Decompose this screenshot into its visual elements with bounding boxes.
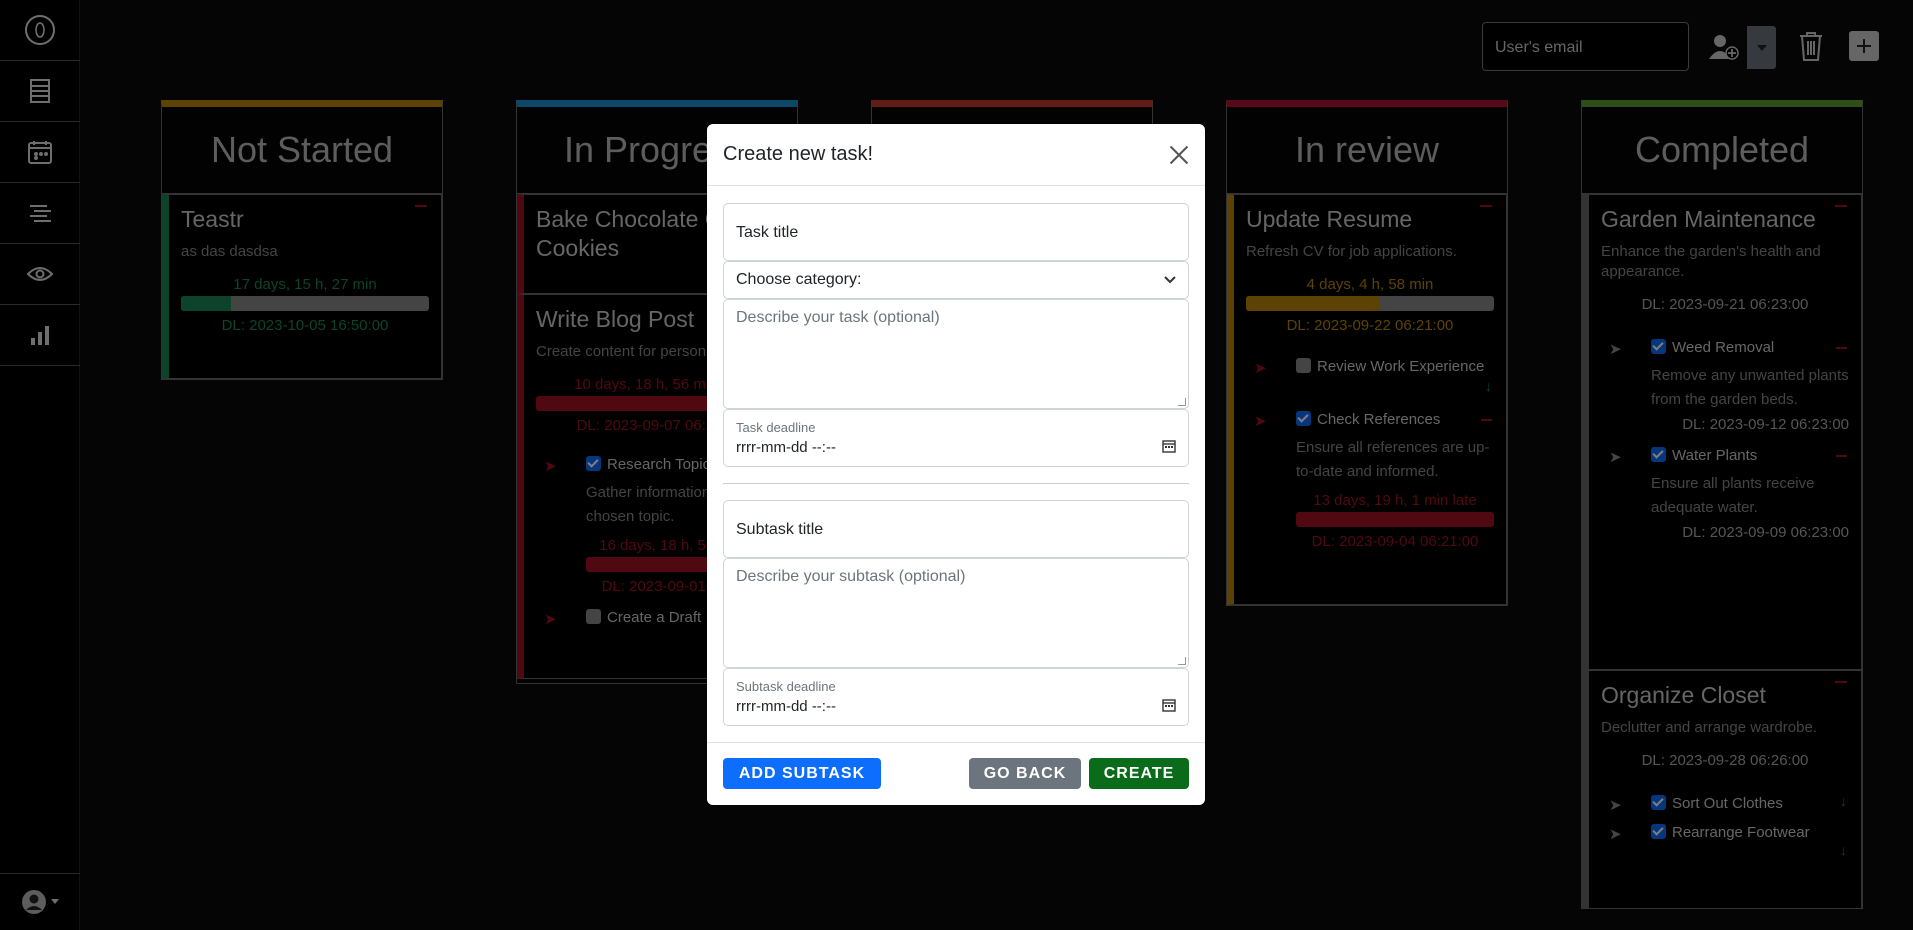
subtask-title-placeholder: Subtask title (736, 521, 824, 538)
task-title-placeholder: Task title (736, 224, 799, 241)
task-title-input[interactable]: Task title (723, 203, 1189, 261)
subtask-title-input[interactable]: Subtask title (723, 500, 1189, 558)
task-deadline-value: rrrr-mm-dd --:-- (736, 439, 836, 456)
app-page: User's email Not Started Teastr as das d… (0, 0, 1913, 930)
task-deadline-label: Task deadline (736, 420, 816, 435)
go-back-button[interactable]: Go back (969, 758, 1081, 789)
close-icon[interactable] (1169, 145, 1189, 165)
create-button[interactable]: Create (1089, 758, 1189, 789)
chevron-down-icon (1164, 276, 1176, 284)
add-subtask-button[interactable]: Add subtask (723, 758, 881, 789)
modal-body: Task title Choose category: Describe you… (723, 203, 1189, 726)
modal-title: Create new task! (723, 143, 874, 165)
category-select[interactable]: Choose category: (723, 261, 1189, 299)
subtask-deadline-value: rrrr-mm-dd --:-- (736, 698, 836, 715)
calendar-icon[interactable] (1162, 439, 1176, 453)
subtask-deadline-label: Subtask deadline (736, 679, 836, 694)
resize-handle[interactable] (1178, 398, 1186, 406)
task-description-placeholder: Describe your task (optional) (736, 309, 940, 326)
subtask-description-placeholder: Describe your subtask (optional) (736, 568, 966, 585)
resize-handle[interactable] (1178, 657, 1186, 665)
task-description-textarea[interactable]: Describe your task (optional) (723, 299, 1189, 409)
subtask-description-textarea[interactable]: Describe your subtask (optional) (723, 558, 1189, 668)
modal-header: Create new task! (707, 124, 1205, 186)
calendar-icon[interactable] (1162, 698, 1176, 712)
form-divider (723, 483, 1189, 484)
category-placeholder: Choose category: (736, 271, 862, 288)
modal-footer: Add subtask Go back Create (707, 742, 1205, 805)
subtask-deadline-input[interactable]: Subtask deadline rrrr-mm-dd --:-- (723, 668, 1189, 726)
task-deadline-input[interactable]: Task deadline rrrr-mm-dd --:-- (723, 409, 1189, 467)
create-task-modal: Create new task! Task title Choose categ… (707, 124, 1205, 805)
